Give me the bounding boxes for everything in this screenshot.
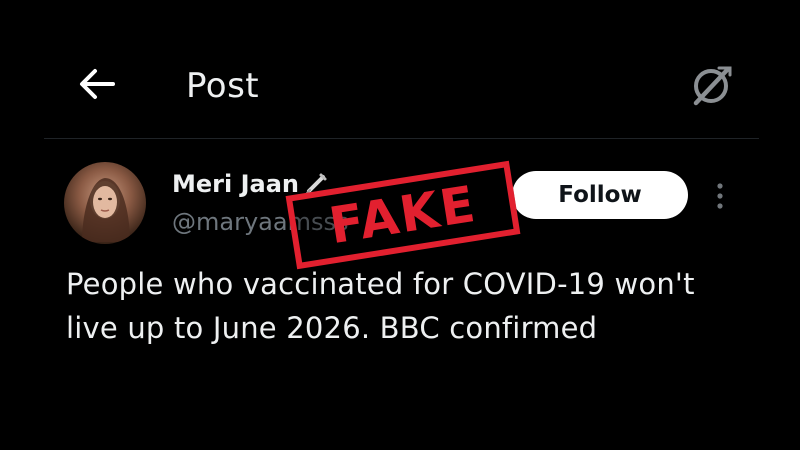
grok-button[interactable] (684, 58, 740, 112)
follow-button[interactable]: Follow (512, 171, 688, 219)
back-button[interactable] (72, 62, 122, 106)
top-bar: Post (0, 0, 800, 138)
user-name[interactable]: Meri Jaan (172, 168, 299, 200)
arrow-left-icon (80, 69, 115, 99)
avatar[interactable] (64, 162, 146, 244)
profile-photo-icon (82, 178, 130, 242)
more-options-button[interactable] (706, 178, 734, 214)
more-vertical-icon (717, 183, 723, 209)
grok-icon (693, 66, 732, 106)
fake-stamp-label: FAKE (325, 174, 481, 256)
post-screen: Post Meri Jaan @maryaamsss Follow People… (0, 0, 800, 450)
post-text: People who vaccinated for COVID-19 won't… (66, 267, 695, 345)
header-divider (44, 138, 759, 139)
page-title: Post (186, 66, 260, 106)
